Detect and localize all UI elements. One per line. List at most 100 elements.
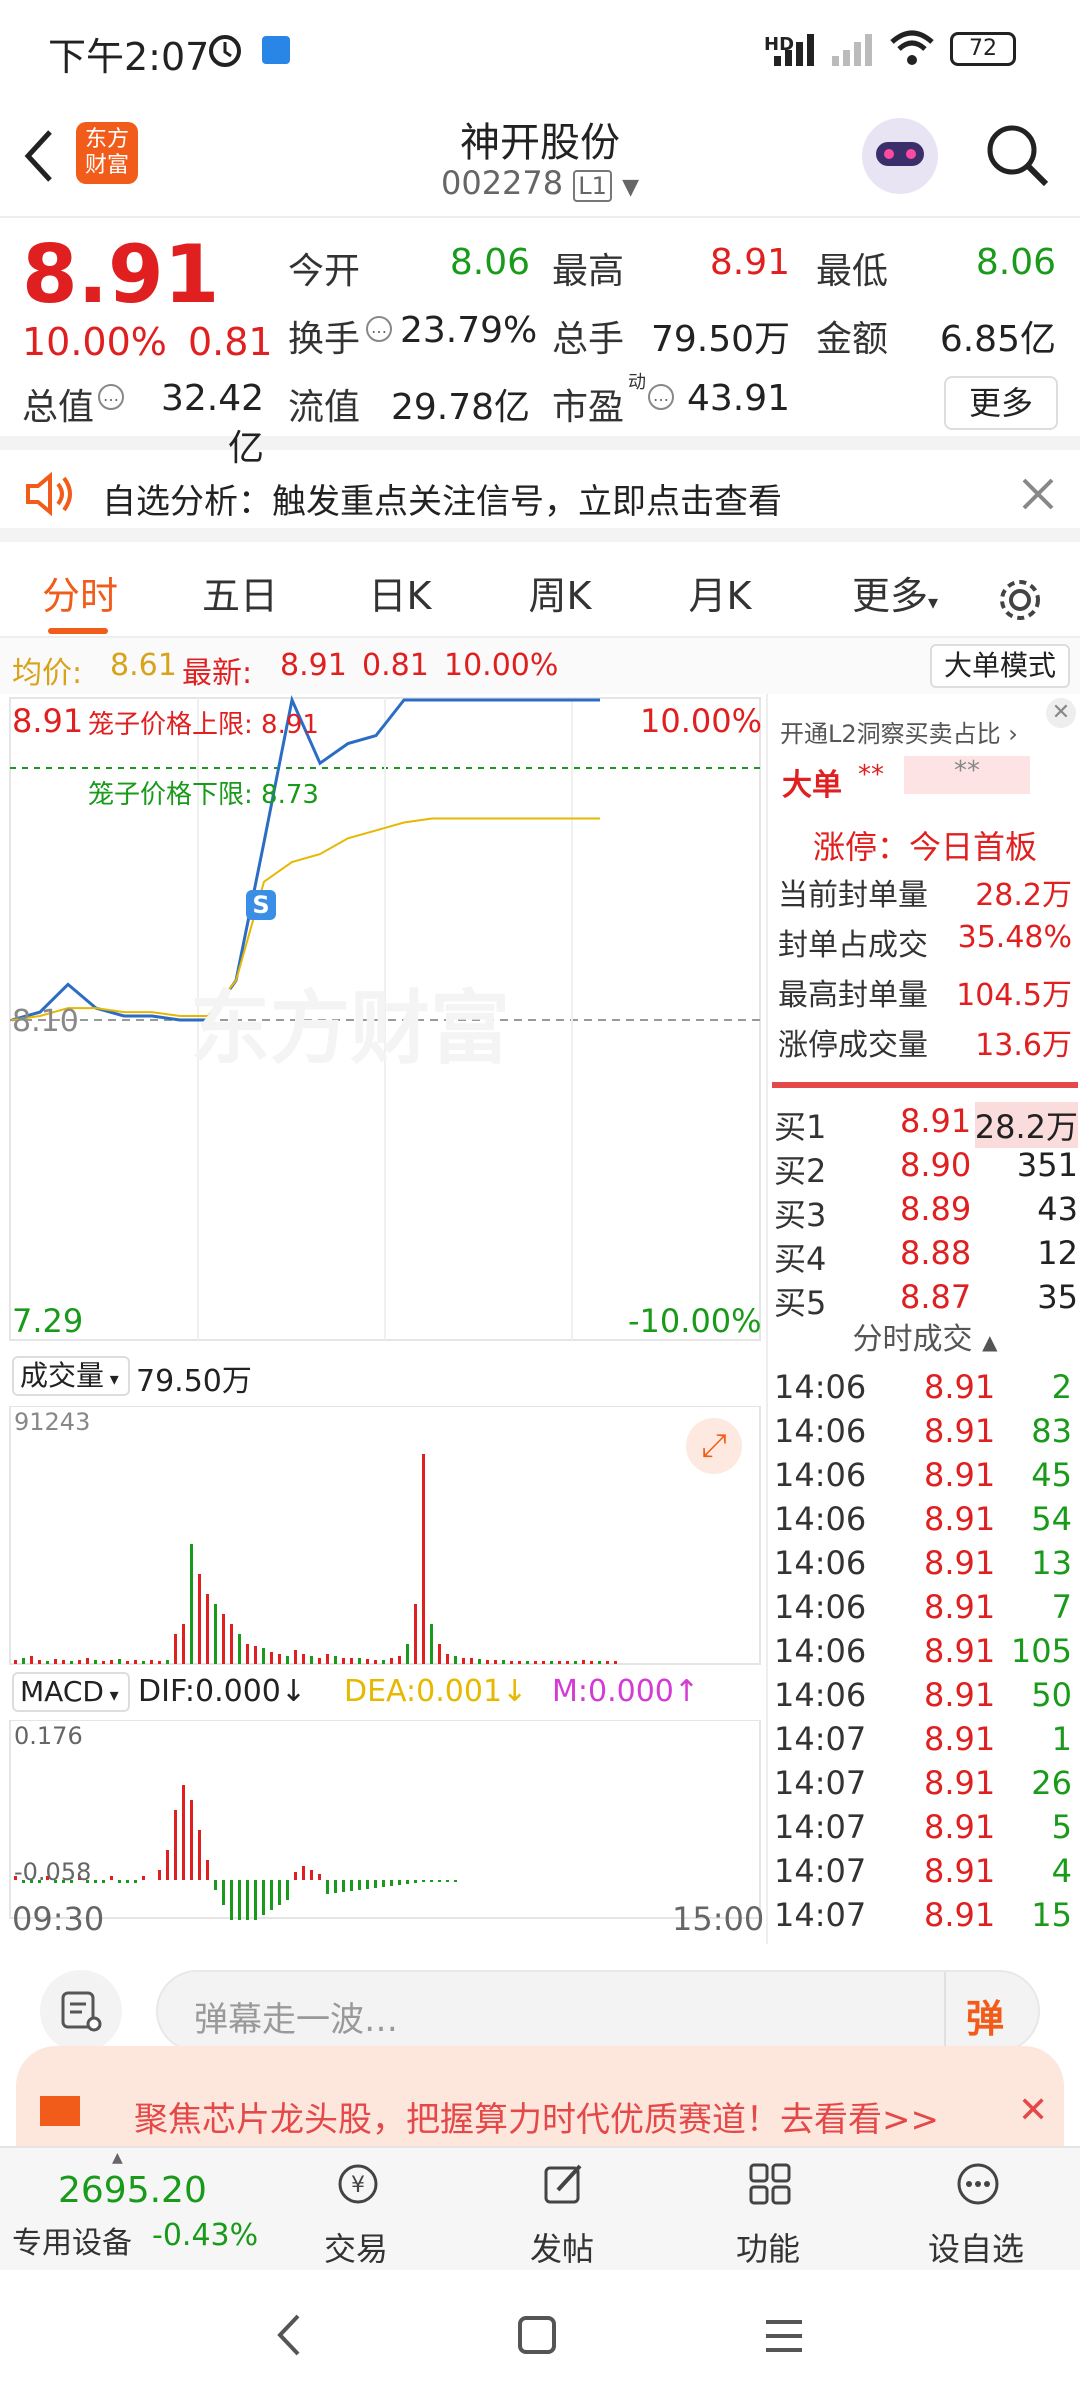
volume-bar xyxy=(318,1658,321,1664)
volume-bar xyxy=(358,1658,361,1664)
back-icon[interactable] xyxy=(18,126,58,186)
macd-bar xyxy=(294,1872,297,1880)
intraday-chart[interactable]: 东方财富 8.91 笼子价格上限: 8.91 10.00% 笼子价格下限: 8.… xyxy=(0,694,766,1944)
app-logo[interactable]: 东方 财富 xyxy=(76,122,138,184)
macd-bar xyxy=(286,1880,289,1900)
volume-bar xyxy=(566,1661,569,1664)
volume-bar xyxy=(614,1661,617,1664)
tab-indicator xyxy=(48,628,108,634)
s-marker[interactable]: S xyxy=(246,890,276,920)
change-value: 0.81 xyxy=(188,320,273,364)
tab-daily-k[interactable]: 日K xyxy=(338,556,462,638)
bottom-price-label: 7.29 xyxy=(12,1302,84,1340)
macd-bar xyxy=(430,1880,433,1882)
trade-price: 8.91 xyxy=(924,1676,996,1714)
stat-label: 最高封单量 xyxy=(778,978,928,1013)
bid-row[interactable]: 买3 8.89 43 xyxy=(768,1190,1080,1234)
volume-bar xyxy=(574,1661,577,1664)
bid-label: 买3 xyxy=(774,1196,827,1234)
big-order-label: 大单 xyxy=(782,768,842,803)
high-value: 8.91 xyxy=(709,242,790,283)
nav-functions[interactable]: 功能 xyxy=(698,2148,838,2272)
volume-total: 79.50万 xyxy=(136,1364,252,1399)
robot-avatar-icon[interactable] xyxy=(862,118,938,194)
stock-code-row[interactable]: 002278 L1 ▼ xyxy=(340,164,740,202)
danmaku-input[interactable]: 弹幕走一波… 弹 xyxy=(156,1970,1040,2052)
volume-selector[interactable]: 成交量 ▾ xyxy=(12,1356,130,1396)
nav-trade[interactable]: ¥ 交易 xyxy=(286,2148,426,2272)
stat-label: 涨停成交量 xyxy=(778,1028,928,1063)
volume-bar xyxy=(350,1658,353,1664)
volume-bar xyxy=(454,1656,457,1664)
expand-icon[interactable]: ⤢ xyxy=(686,1418,742,1474)
volume-bar xyxy=(494,1660,497,1664)
trade-row: 14:06 8.91 13 xyxy=(768,1544,1080,1588)
pe-value: 43.91 xyxy=(686,378,790,419)
tab-intraday[interactable]: 分时 xyxy=(18,556,142,638)
trade-time: 14:06 xyxy=(774,1368,867,1406)
bid-row[interactable]: 买1 8.91 28.2万 xyxy=(768,1102,1080,1148)
dea-value: DEA:0.001↓ xyxy=(344,1674,528,1709)
back-nav-icon[interactable] xyxy=(270,2310,310,2360)
note-button[interactable] xyxy=(40,1970,122,2052)
bottom-nav: ▲ 2695.20 专用设备 -0.43% ¥ 交易 发帖 功能 设自选 xyxy=(0,2146,1080,2270)
trades-title[interactable]: 分时成交 ▲ xyxy=(768,1314,1080,1358)
l2-link[interactable]: 开通L2洞察买卖占比 › xyxy=(780,714,1018,749)
big-order-mode-button[interactable]: 大单模式 xyxy=(930,644,1070,688)
system-nav xyxy=(0,2270,1080,2400)
bid-row[interactable]: 买2 8.90 351 xyxy=(768,1146,1080,1190)
info-icon[interactable]: … xyxy=(366,316,392,342)
close-icon[interactable]: ✕ xyxy=(1018,2090,1048,2131)
tab-five-day[interactable]: 五日 xyxy=(178,556,302,638)
ad-banner[interactable]: 聚焦芯片龙头股，把握算力时代优质赛道！去看看>> ✕ xyxy=(16,2046,1064,2146)
trade-volume: 83 xyxy=(1031,1412,1072,1450)
trade-volume: 15 xyxy=(1031,1896,1072,1934)
stat-value: 35.48% xyxy=(957,920,1072,955)
home-nav-icon[interactable] xyxy=(516,2314,560,2358)
volume-bar xyxy=(478,1659,481,1664)
tab-monthly-k[interactable]: 月K xyxy=(658,556,782,638)
danmaku-send-button[interactable]: 弹 xyxy=(966,1988,1004,2043)
trade-price: 8.91 xyxy=(924,1500,996,1538)
macd-bar xyxy=(454,1880,457,1882)
tab-weekly-k[interactable]: 周K xyxy=(498,556,622,638)
bid-volume: 351 xyxy=(1016,1146,1078,1184)
volume-bar xyxy=(366,1659,369,1664)
info-icon[interactable]: … xyxy=(98,384,124,410)
last-price: 8.91 xyxy=(22,228,220,321)
search-icon[interactable] xyxy=(984,122,1050,188)
stat-row: 涨停成交量 13.6万 xyxy=(768,1020,1080,1064)
more-button[interactable]: 更多 xyxy=(944,376,1058,430)
bid-volume: 12 xyxy=(1037,1234,1078,1272)
volume-bar xyxy=(502,1660,505,1664)
volume-bar xyxy=(342,1658,345,1664)
macd-selector[interactable]: MACD ▾ xyxy=(12,1672,130,1712)
caret-down-icon: ▾ xyxy=(104,1369,119,1390)
close-icon[interactable]: ✕ xyxy=(1046,698,1076,728)
svg-text:¥: ¥ xyxy=(351,2173,365,2198)
nav-trade-label: 交易 xyxy=(323,2230,388,2268)
caret-down-icon: ▾ xyxy=(103,1685,119,1706)
tab-more[interactable]: 更多▾ xyxy=(830,556,960,638)
bid-price: 8.88 xyxy=(900,1234,972,1272)
bid-row[interactable]: 买4 8.88 12 xyxy=(768,1234,1080,1278)
analysis-banner[interactable]: 自选分析：触发重点关注信号，立即点击查看 xyxy=(0,450,1080,542)
macd-bar xyxy=(118,1880,121,1883)
volume-bar xyxy=(430,1624,433,1664)
trade-volume: 50 xyxy=(1031,1676,1072,1714)
macd-bar xyxy=(102,1880,105,1883)
macd-selector-label: MACD xyxy=(20,1675,104,1708)
volume-bar xyxy=(374,1660,377,1664)
volume-bar xyxy=(166,1660,169,1664)
index-widget[interactable]: ▲ 2695.20 专用设备 -0.43% xyxy=(0,2148,272,2272)
macd-bar xyxy=(214,1880,217,1890)
dif-value: DIF:0.000↓ xyxy=(138,1674,307,1709)
nav-post[interactable]: 发帖 xyxy=(492,2148,632,2272)
volume-bar xyxy=(206,1594,209,1664)
close-icon[interactable] xyxy=(1020,476,1056,512)
gear-icon[interactable] xyxy=(996,576,1044,624)
nav-add-watchlist[interactable]: 设自选 xyxy=(906,2148,1046,2272)
menu-nav-icon[interactable] xyxy=(762,2314,806,2358)
volume-bar xyxy=(326,1654,329,1664)
macd-bar xyxy=(142,1876,145,1880)
